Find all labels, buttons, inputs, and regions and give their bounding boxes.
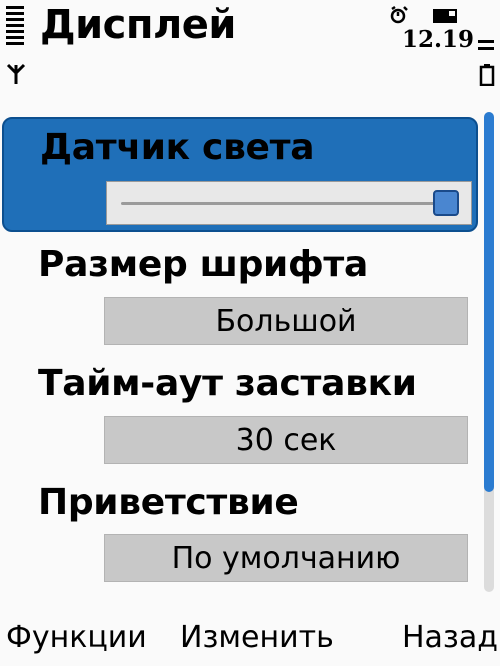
slider-handle[interactable] — [433, 190, 459, 216]
battery-icon — [479, 64, 495, 86]
setting-label-font-size: Размер шрифта — [38, 244, 368, 285]
setting-label: Датчик света — [40, 127, 315, 168]
alarm-icon — [390, 5, 408, 24]
clock: 12.19 — [402, 26, 475, 53]
battery-level-icon — [478, 40, 494, 54]
welcome-note-value[interactable]: По умолчанию — [104, 534, 468, 582]
screensaver-timeout-value[interactable]: 30 сек — [104, 416, 468, 464]
antenna-icon — [6, 63, 26, 84]
options-softkey[interactable]: Функции — [6, 620, 147, 655]
change-softkey[interactable]: Изменить — [180, 620, 334, 655]
setting-label-screensaver-timeout: Тайм-аут заставки — [38, 363, 417, 404]
slider-track — [121, 202, 443, 205]
scrollbar-thumb[interactable] — [484, 112, 494, 492]
signal-strength-icon — [6, 6, 24, 48]
scrollbar[interactable] — [484, 112, 494, 592]
sim-card-icon — [433, 9, 457, 23]
page-title: Дисплей — [40, 2, 236, 48]
setting-label-welcome-note: Приветствие — [38, 482, 299, 523]
light-sensor-slider[interactable] — [106, 181, 472, 225]
setting-item-light-sensor[interactable]: Датчик света — [2, 117, 478, 232]
font-size-value[interactable]: Большой — [104, 297, 468, 345]
back-softkey[interactable]: Назад — [402, 620, 498, 655]
